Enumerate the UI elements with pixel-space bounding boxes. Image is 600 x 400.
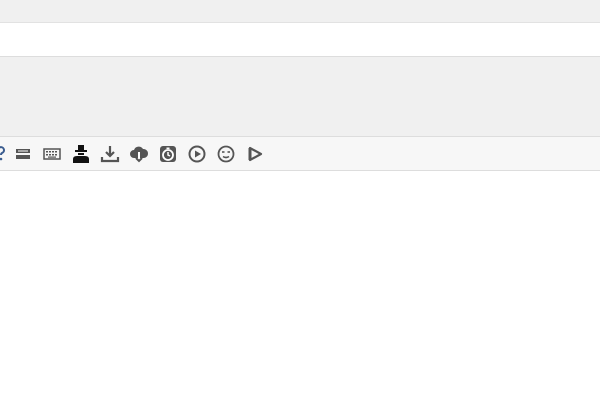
address-strip[interactable] <box>0 23 600 57</box>
download-tray-icon[interactable] <box>100 144 120 164</box>
face-icon[interactable] <box>216 144 236 164</box>
cloud-download-icon[interactable] <box>129 144 149 164</box>
keyboard-icon[interactable] <box>42 144 62 164</box>
help-icon[interactable] <box>0 144 11 164</box>
play-outline-icon[interactable] <box>245 144 265 164</box>
spy-icon[interactable] <box>71 144 91 164</box>
play-circle-icon[interactable] <box>187 144 207 164</box>
page-content-area <box>0 171 600 400</box>
browser-top-band <box>0 0 600 23</box>
extension-toolbar <box>0 137 600 171</box>
timer-icon[interactable] <box>158 144 178 164</box>
header-panel <box>0 57 600 137</box>
panel-icon[interactable] <box>13 144 33 164</box>
